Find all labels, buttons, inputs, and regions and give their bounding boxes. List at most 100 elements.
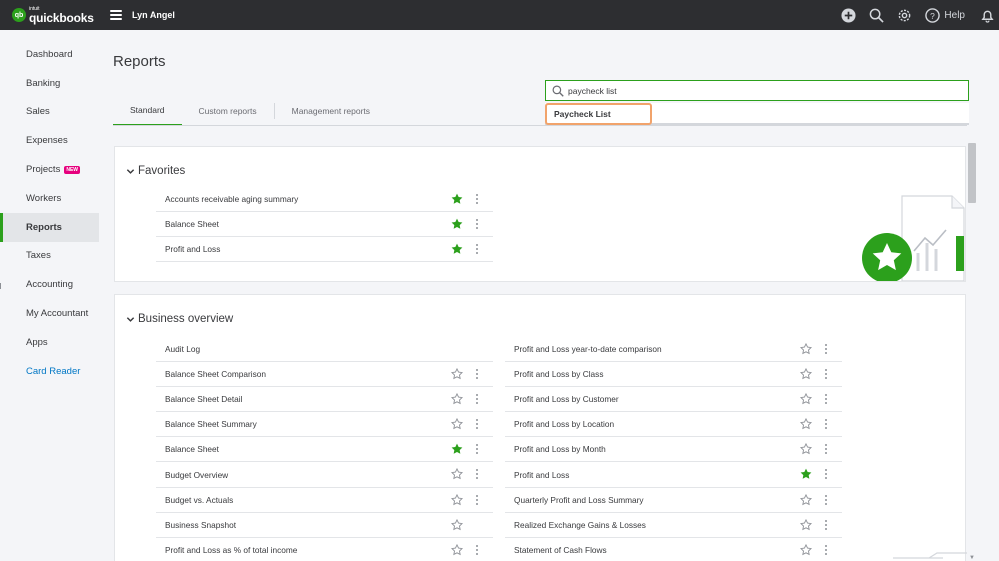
tab-management-reports[interactable]: Management reports bbox=[275, 96, 387, 126]
more-options-icon[interactable] bbox=[824, 343, 828, 355]
more-options-icon[interactable] bbox=[824, 519, 828, 531]
star-outline-icon[interactable] bbox=[799, 543, 813, 556]
report-row[interactable]: Balance Sheet Comparison bbox=[156, 362, 493, 388]
star-outline-icon[interactable] bbox=[450, 367, 464, 380]
report-name[interactable]: Balance Sheet Comparison bbox=[165, 369, 266, 379]
report-name[interactable]: Profit and Loss as % of total income bbox=[165, 545, 297, 555]
more-options-icon[interactable] bbox=[475, 494, 479, 506]
report-name[interactable]: Statement of Cash Flows bbox=[514, 545, 607, 555]
more-options-icon[interactable] bbox=[475, 468, 479, 480]
report-name[interactable]: Budget Overview bbox=[165, 470, 228, 480]
sidebar-item-projects[interactable]: Projects NEW bbox=[0, 155, 99, 184]
main-scrollbar[interactable]: ▼ bbox=[967, 140, 977, 561]
more-options-icon[interactable] bbox=[824, 418, 828, 430]
report-name[interactable]: Audit Log bbox=[165, 344, 200, 354]
report-search-box[interactable] bbox=[545, 80, 969, 101]
star-outline-icon[interactable] bbox=[799, 493, 813, 506]
report-name[interactable]: Business Snapshot bbox=[165, 520, 236, 530]
report-row[interactable]: Profit and Loss by Customer bbox=[505, 387, 842, 413]
report-search-input[interactable] bbox=[568, 85, 948, 96]
plus-circle-icon[interactable] bbox=[840, 7, 856, 23]
star-outline-icon[interactable] bbox=[450, 418, 464, 430]
report-row[interactable]: Accounts receivable aging summary bbox=[156, 187, 493, 213]
report-row[interactable]: Balance Sheet bbox=[156, 437, 493, 463]
more-options-icon[interactable] bbox=[475, 368, 479, 380]
more-options-icon[interactable] bbox=[475, 544, 479, 556]
star-filled-icon[interactable] bbox=[451, 218, 463, 230]
report-name[interactable]: Profit and Loss by Location bbox=[514, 419, 614, 429]
star-outline-icon[interactable] bbox=[450, 493, 464, 506]
scroll-down-arrow-icon[interactable]: ▼ bbox=[969, 555, 975, 561]
report-name[interactable]: Profit and Loss year-to-date comparison bbox=[514, 344, 662, 354]
sidebar-item-reports[interactable]: Reports bbox=[0, 212, 99, 242]
bell-icon[interactable] bbox=[979, 7, 995, 23]
report-row[interactable]: Profit and Loss year-to-date comparison bbox=[505, 337, 842, 363]
more-options-icon[interactable] bbox=[824, 393, 828, 405]
search-icon[interactable] bbox=[868, 7, 884, 23]
help-icon[interactable]: ? bbox=[924, 7, 940, 23]
report-name[interactable]: Balance Sheet bbox=[165, 444, 219, 454]
more-options-icon[interactable] bbox=[824, 494, 828, 506]
report-name[interactable]: Balance Sheet Summary bbox=[165, 419, 257, 429]
sidebar-item-accounting[interactable]: Accounting bbox=[0, 270, 99, 299]
more-options-icon[interactable] bbox=[824, 544, 828, 556]
sidebar-item-expenses[interactable]: Expenses bbox=[0, 126, 99, 155]
report-name[interactable]: Realized Exchange Gains & Losses bbox=[514, 520, 646, 530]
more-options-icon[interactable] bbox=[475, 193, 479, 205]
scrollbar-thumb[interactable] bbox=[968, 143, 976, 203]
star-outline-icon[interactable] bbox=[799, 393, 813, 405]
star-filled-icon[interactable] bbox=[800, 468, 812, 480]
report-name[interactable]: Budget vs. Actuals bbox=[165, 495, 233, 505]
report-name[interactable]: Profit and Loss by Class bbox=[514, 369, 603, 379]
report-row[interactable]: Budget Overview bbox=[156, 462, 493, 488]
business-overview-header[interactable]: Business overview bbox=[126, 313, 233, 325]
more-options-icon[interactable] bbox=[824, 368, 828, 380]
report-row[interactable]: Statement of Cash Flows bbox=[505, 538, 842, 561]
star-outline-icon[interactable] bbox=[799, 342, 813, 355]
star-outline-icon[interactable] bbox=[799, 418, 813, 430]
report-row[interactable]: Balance Sheet Summary bbox=[156, 412, 493, 438]
star-filled-icon[interactable] bbox=[451, 443, 463, 455]
report-name[interactable]: Balance Sheet Detail bbox=[165, 394, 243, 404]
more-options-icon[interactable] bbox=[475, 418, 479, 430]
report-name[interactable]: Accounts receivable aging summary bbox=[165, 194, 298, 204]
quickbooks-logo[interactable]: qb intuit quickbooks bbox=[12, 6, 100, 24]
gear-icon[interactable] bbox=[896, 7, 912, 23]
sidebar-item-taxes[interactable]: Taxes bbox=[0, 242, 99, 271]
more-options-icon[interactable] bbox=[475, 443, 479, 455]
sidebar-item-sales[interactable]: Sales bbox=[0, 98, 99, 127]
star-outline-icon[interactable] bbox=[450, 468, 464, 480]
suggestion-paycheck-list[interactable]: Paycheck List bbox=[545, 103, 652, 125]
report-row[interactable]: Balance Sheet Detail bbox=[156, 387, 493, 413]
report-row[interactable]: Balance Sheet bbox=[156, 212, 493, 238]
help-label[interactable]: Help bbox=[944, 10, 965, 21]
report-name[interactable]: Quarterly Profit and Loss Summary bbox=[514, 495, 644, 505]
star-filled-icon[interactable] bbox=[451, 193, 463, 205]
star-outline-icon[interactable] bbox=[799, 367, 813, 380]
more-options-icon[interactable] bbox=[475, 218, 479, 230]
sidebar-item-apps[interactable]: Apps bbox=[0, 328, 99, 357]
report-row[interactable]: Profit and Loss bbox=[156, 237, 493, 263]
star-outline-icon[interactable] bbox=[450, 518, 464, 531]
report-row[interactable]: Profit and Loss by Class bbox=[505, 362, 842, 388]
star-outline-icon[interactable] bbox=[450, 543, 464, 556]
report-row[interactable]: Audit Log bbox=[156, 337, 493, 363]
report-name[interactable]: Profit and Loss by Month bbox=[514, 444, 606, 454]
report-row[interactable]: Profit and Loss by Month bbox=[505, 437, 842, 463]
tab-standard[interactable]: Standard bbox=[113, 96, 182, 126]
more-options-icon[interactable] bbox=[824, 468, 828, 480]
more-options-icon[interactable] bbox=[475, 243, 479, 255]
report-row[interactable]: Quarterly Profit and Loss Summary bbox=[505, 488, 842, 513]
report-row[interactable]: Budget vs. Actuals bbox=[156, 488, 493, 513]
star-outline-icon[interactable] bbox=[799, 518, 813, 531]
more-options-icon[interactable] bbox=[475, 393, 479, 405]
report-name[interactable]: Profit and Loss bbox=[514, 470, 569, 480]
hamburger-menu-icon[interactable] bbox=[110, 10, 122, 20]
sidebar-item-workers[interactable]: Workers bbox=[0, 184, 99, 213]
report-row[interactable]: Business Snapshot bbox=[156, 513, 493, 538]
star-outline-icon[interactable] bbox=[799, 443, 813, 455]
report-row[interactable]: Profit and Loss as % of total income bbox=[156, 538, 493, 561]
report-row[interactable]: Profit and Loss by Location bbox=[505, 412, 842, 438]
sidebar-item-card-reader[interactable]: Card Reader bbox=[0, 357, 99, 386]
report-name[interactable]: Profit and Loss by Customer bbox=[514, 394, 619, 404]
